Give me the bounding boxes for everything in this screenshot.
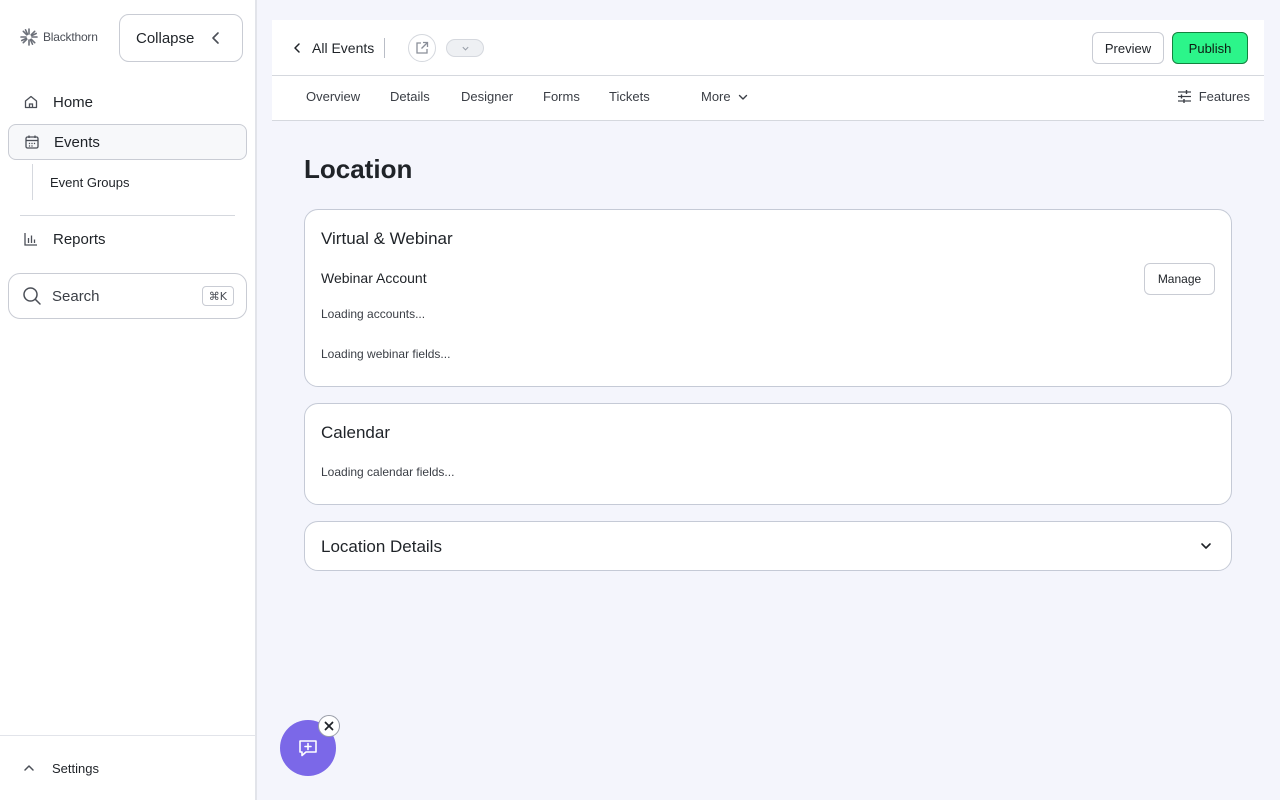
event-tabs: Overview Details Designer Forms Tickets …: [272, 76, 1264, 121]
page-title: Location: [304, 154, 413, 184]
collapse-label: Collapse: [136, 29, 195, 47]
card-title: Virtual & Webinar: [321, 229, 453, 248]
back-link-label: All Events: [312, 40, 375, 56]
tab-tickets[interactable]: Tickets: [609, 89, 650, 104]
webinar-account-label: Webinar Account: [321, 270, 427, 286]
preview-button[interactable]: Preview: [1092, 32, 1164, 64]
loading-accounts-text: Loading accounts...: [321, 307, 426, 321]
chevron-up-icon: [24, 765, 34, 771]
sidebar-subitem-label: Event Groups: [50, 174, 130, 190]
virtual-webinar-card: Virtual & Webinar Webinar Account Manage…: [304, 209, 1232, 387]
tab-more-label: More: [701, 89, 731, 104]
tab-overview[interactable]: Overview: [306, 89, 360, 104]
chevron-down-icon[interactable]: [1199, 539, 1213, 553]
loading-webinar-fields-text: Loading webinar fields...: [321, 347, 451, 361]
sidebar-divider: [20, 215, 235, 216]
sliders-icon: [1177, 90, 1191, 103]
tab-details[interactable]: Details: [390, 89, 430, 104]
search-box: ⌘K: [8, 273, 247, 319]
sidebar-item-label: Home: [53, 93, 94, 111]
open-external-button[interactable]: [408, 34, 436, 62]
sidebar-item-events[interactable]: Events: [8, 124, 247, 160]
collapse-button[interactable]: Collapse: [119, 14, 243, 62]
chevron-down-icon: [461, 46, 469, 51]
card-title: Location Details: [321, 537, 442, 556]
home-icon: [24, 95, 38, 109]
publish-button[interactable]: Publish: [1172, 32, 1248, 64]
sidebar-item-label: Events: [54, 133, 100, 151]
tab-forms[interactable]: Forms: [543, 89, 580, 104]
calendar-icon: [25, 135, 39, 149]
close-icon: [324, 721, 334, 731]
back-to-all-events-link[interactable]: All Events: [290, 38, 386, 58]
search-input[interactable]: [52, 287, 172, 305]
status-dropdown[interactable]: [446, 39, 484, 57]
bar-chart-icon: [24, 233, 37, 246]
sidebar-item-reports[interactable]: Reports: [8, 221, 247, 257]
location-details-card[interactable]: Location Details: [304, 521, 1232, 571]
chevron-left-icon: [212, 32, 219, 44]
chevron-down-icon: [738, 94, 747, 100]
manage-button[interactable]: Manage: [1144, 263, 1215, 295]
features-button[interactable]: Features: [1177, 89, 1250, 104]
features-label: Features: [1198, 89, 1250, 104]
chevron-left-icon: [294, 43, 300, 53]
calendar-card: Calendar Loading calendar fields...: [304, 403, 1232, 505]
tab-more[interactable]: More: [701, 89, 749, 104]
logo-text: Blackthorn: [43, 30, 98, 44]
settings-toggle[interactable]: Settings: [0, 735, 255, 800]
sidebar-item-label: Reports: [53, 230, 106, 248]
message-plus-icon: [299, 740, 317, 757]
settings-label: Settings: [52, 760, 99, 776]
event-header: All Events Preview Publish: [272, 20, 1264, 76]
sidebar-item-event-groups[interactable]: Event Groups: [32, 164, 130, 200]
search-icon: [23, 287, 41, 305]
blackthorn-logo-icon: [20, 28, 38, 46]
close-chat-button[interactable]: [318, 715, 340, 737]
logo: Blackthorn: [19, 27, 98, 47]
card-title: Calendar: [321, 423, 390, 442]
loading-calendar-fields-text: Loading calendar fields...: [321, 465, 455, 479]
sidebar: Blackthorn Collapse Home Events Event Gr…: [0, 0, 257, 800]
external-link-icon: [416, 41, 429, 54]
search-shortcut-badge: ⌘K: [201, 286, 234, 306]
tab-designer[interactable]: Designer: [461, 89, 513, 104]
sidebar-item-home[interactable]: Home: [8, 84, 247, 120]
